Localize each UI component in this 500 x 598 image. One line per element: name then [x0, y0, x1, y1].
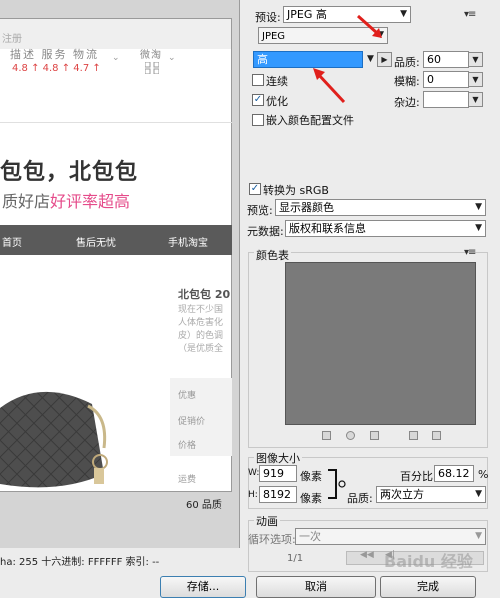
status-text: ha: 255 十六进制: FFFFFF 索引: --	[0, 557, 160, 568]
product-title: 北包包 20	[178, 288, 231, 301]
promo-price-label: 促销价	[178, 417, 206, 427]
product-desc-line: 皮）的色调	[178, 331, 224, 341]
metadata-value: 版权和联系信息	[289, 222, 366, 235]
preview-topbar	[0, 19, 231, 49]
dropdown-arrow-icon: ▼	[475, 489, 482, 499]
preview-select[interactable]: 显示器颜色 ▼	[275, 199, 486, 216]
loop-options-label: 循环选项:	[248, 533, 296, 546]
service-title: 描述 服务 物流	[10, 48, 99, 61]
embed-profile-label: 嵌入颜色配置文件	[266, 114, 354, 127]
dropdown-arrow-icon: ▼	[475, 531, 482, 541]
percent-label: 百分比:	[400, 470, 437, 483]
blur-input[interactable]: 0	[423, 71, 469, 88]
first-frame-icon[interactable]: ◀◀	[360, 550, 374, 560]
chevron-down-icon: ⌄	[168, 53, 176, 63]
link-chain-icon[interactable]	[326, 467, 348, 501]
product-desc-line: （是优质全	[178, 344, 224, 354]
store-slogan: 质好店好评率超高	[2, 188, 130, 212]
preview-quality-readout: 60 品质	[186, 500, 222, 511]
lock-color-icon[interactable]	[370, 431, 379, 440]
store-name: 包包，北包包	[0, 159, 139, 185]
resample-quality-select[interactable]: 两次立方 ▼	[376, 486, 486, 503]
freight-label: 运费	[178, 475, 197, 485]
quality-level-value: 高	[257, 53, 268, 66]
dropdown-arrow-icon: ▼	[475, 202, 482, 212]
new-color-icon[interactable]	[409, 431, 418, 440]
embed-profile-checkbox[interactable]	[252, 114, 264, 126]
dropdown-arrow-icon: ▼	[475, 223, 482, 233]
frame-counter: 1/1	[287, 553, 304, 564]
metadata-select[interactable]: 版权和联系信息 ▼	[285, 220, 486, 237]
color-table-menu-icon[interactable]: ▾≡	[464, 247, 476, 258]
resample-quality-value: 两次立方	[380, 488, 424, 501]
product-desc-line: 现在不少国	[178, 305, 224, 315]
nav-item-mobile[interactable]: 手机淘宝	[168, 234, 208, 249]
panel-menu-icon[interactable]: ▾≡	[464, 9, 476, 20]
color-table-swatch[interactable]	[285, 262, 476, 425]
quality-stepper-button[interactable]: ▼	[468, 52, 483, 67]
width-label: W:	[248, 468, 260, 478]
divider	[0, 122, 232, 123]
map-color-icon[interactable]	[322, 431, 331, 440]
price-label: 价格	[178, 441, 197, 451]
matte-dropdown-button[interactable]: ▼	[468, 92, 483, 107]
nav-item-aftersale[interactable]: 售后无忧	[76, 234, 116, 249]
annotation-arrows	[313, 14, 382, 104]
chevron-down-icon: ⌄	[112, 53, 120, 63]
convert-srgb-label: 转换为 sRGB	[263, 184, 329, 197]
optimized-checkbox[interactable]: ✓	[252, 94, 264, 106]
progressive-checkbox[interactable]	[252, 74, 264, 86]
width-input[interactable]: 919	[259, 465, 297, 482]
width-unit: 像素	[300, 470, 322, 483]
height-value: 8192	[263, 488, 291, 501]
blur-stepper-button[interactable]: ▼	[468, 72, 483, 87]
handbag-image	[0, 391, 108, 488]
percent-value: 68.12	[438, 467, 470, 480]
matte-select[interactable]	[423, 91, 469, 108]
blur-value: 0	[427, 73, 434, 86]
image-size-title: 图像大小	[254, 450, 302, 466]
width-value: 919	[263, 467, 284, 480]
animation-title: 动画	[254, 513, 280, 529]
qr-code-icon	[145, 62, 159, 74]
preview-value: 显示器颜色	[279, 201, 334, 214]
height-unit: 像素	[300, 492, 322, 505]
progressive-label: 连续	[266, 75, 288, 88]
slogan-highlight: 好评率超高	[50, 192, 131, 211]
resample-quality-label: 品质:	[347, 492, 373, 505]
quality-value: 60	[427, 53, 441, 66]
slogan-prefix: 质好店	[2, 192, 51, 211]
percent-unit: %	[478, 468, 489, 481]
preview-register-link: 注册	[2, 34, 22, 45]
percent-input[interactable]: 68.12	[434, 465, 474, 482]
format-value: JPEG	[262, 31, 286, 42]
nav-item-home[interactable]: 首页	[2, 234, 22, 249]
metadata-label: 元数据:	[247, 225, 284, 238]
product-desc-line: 人体危害化	[178, 318, 224, 328]
optimized-label: 优化	[266, 95, 288, 108]
web-shift-icon[interactable]	[346, 431, 355, 440]
convert-srgb-checkbox[interactable]: ✓	[249, 183, 261, 195]
preview-label: 预览:	[247, 204, 273, 217]
color-table-title: 颜色表	[254, 247, 291, 263]
preset-label: 预设:	[255, 11, 281, 24]
trash-icon[interactable]	[432, 431, 441, 440]
loop-options-select[interactable]: 一次 ▼	[295, 528, 486, 545]
discount-label: 优惠	[178, 391, 197, 401]
loop-options-value: 一次	[299, 530, 321, 543]
quality-input[interactable]: 60	[423, 51, 469, 68]
baidu-watermark: Baidu 经验	[384, 552, 473, 571]
height-label: H:	[248, 490, 258, 500]
weitao-label: 微淘	[140, 50, 162, 61]
service-scores: 4.8 ↑ 4.8 ↑ 4.7 ↑	[12, 63, 101, 74]
height-input[interactable]: 8192	[259, 486, 297, 503]
